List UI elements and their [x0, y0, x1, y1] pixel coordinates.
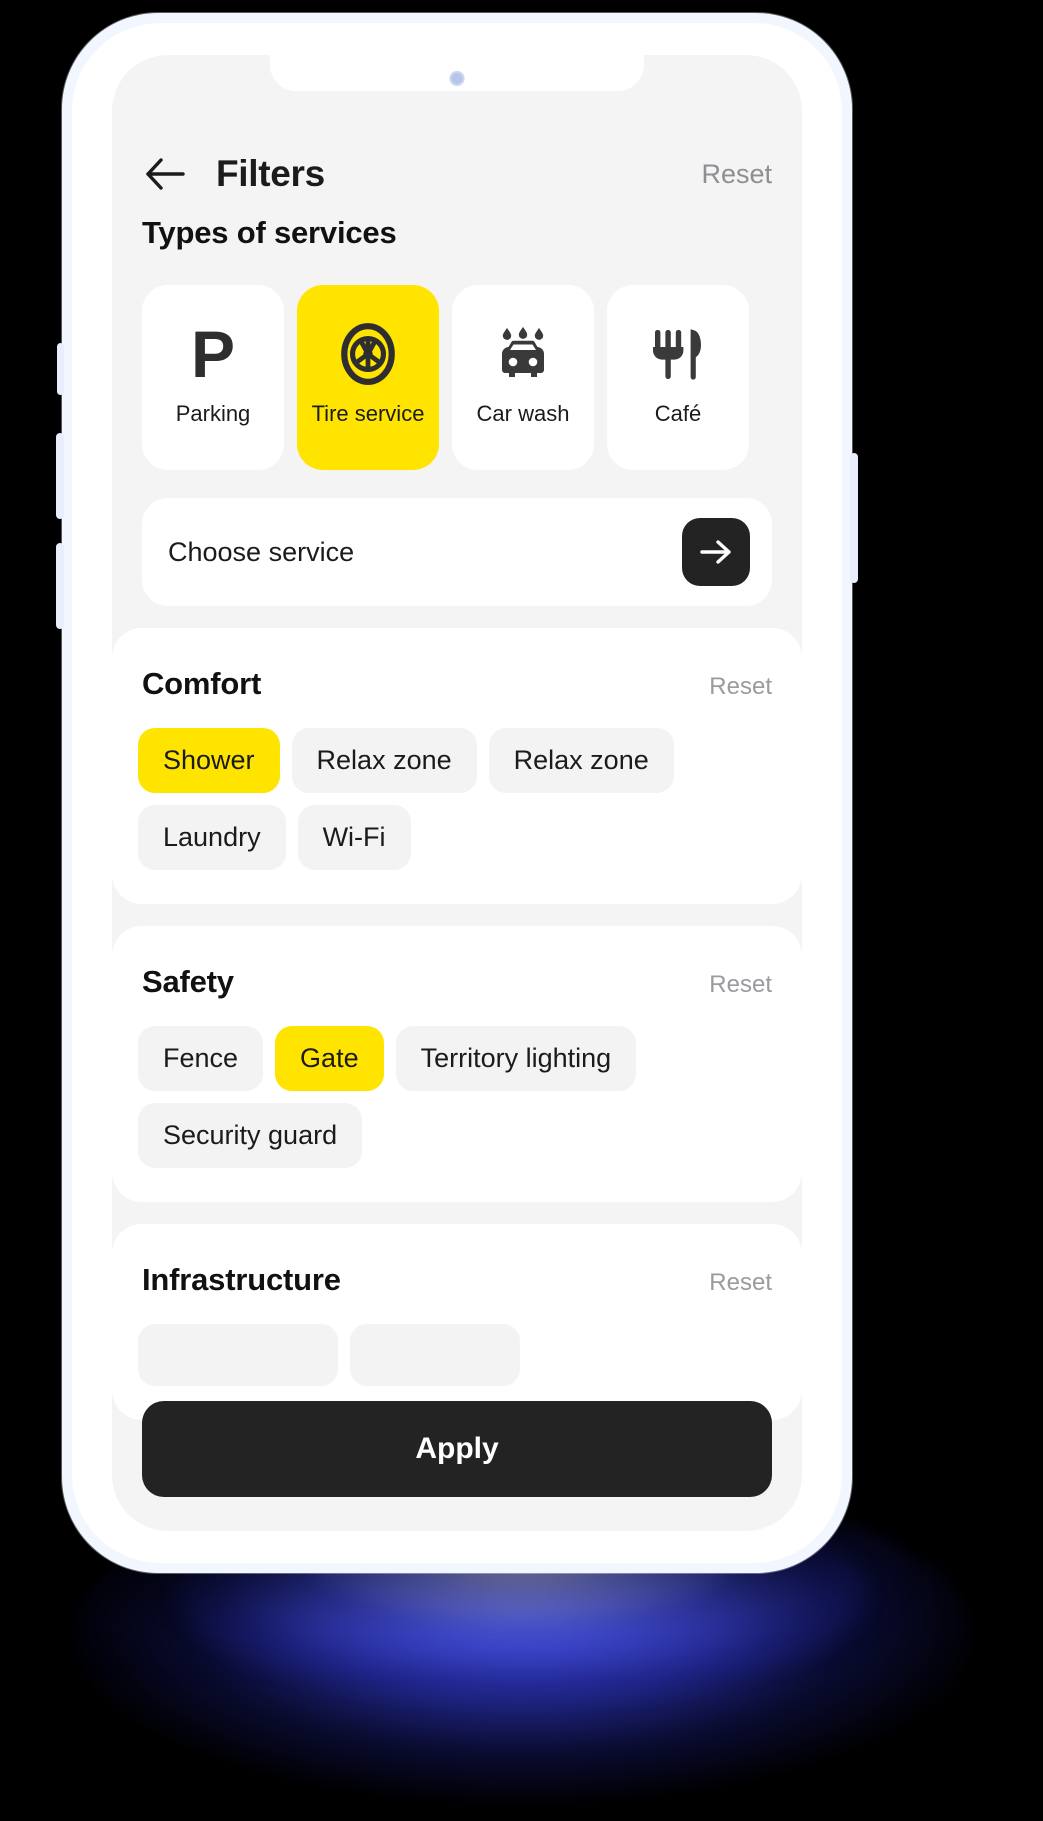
tile-icon-wrap: P	[191, 317, 235, 391]
phone-screen: Filters Reset Types of services P Parkin…	[112, 55, 802, 1531]
services-section-title: Types of services	[142, 215, 397, 250]
tile-icon-wrap	[335, 317, 401, 391]
device-button-volume-down[interactable]	[56, 543, 64, 629]
arrow-left-icon	[146, 158, 185, 190]
service-tile-car-wash[interactable]: Car wash	[452, 285, 594, 470]
arrow-right-icon	[700, 540, 731, 564]
card-header: Infrastructure Reset	[138, 1262, 776, 1298]
car-wash-icon	[502, 327, 544, 377]
chip-fence[interactable]: Fence	[138, 1026, 264, 1091]
apply-button[interactable]: Apply	[142, 1401, 772, 1497]
service-tile-label: Parking	[175, 401, 251, 426]
section-card-comfort: Comfort Reset Shower Relax zone Relax zo…	[112, 628, 802, 904]
section-title-safety: Safety	[142, 964, 234, 999]
section-title-comfort: Comfort	[142, 666, 262, 701]
section-card-safety: Safety Reset Fence Gate Territory lighti…	[112, 926, 802, 1202]
chip-group-comfort: Shower Relax zone Relax zone Laundry Wi-…	[138, 728, 776, 870]
section-reset-safety[interactable]: Reset	[709, 971, 772, 999]
tile-icon-wrap	[647, 317, 709, 391]
card-header: Comfort Reset	[138, 666, 776, 702]
chip-infrastructure-2[interactable]	[350, 1324, 520, 1386]
chip-gate[interactable]: Gate	[275, 1026, 384, 1091]
chip-relax-zone-2[interactable]: Relax zone	[488, 728, 674, 793]
fork-knife-icon	[653, 329, 701, 380]
screenshot-stage: Filters Reset Types of services P Parkin…	[0, 0, 1043, 1821]
page-title: Filters	[216, 153, 325, 194]
back-button[interactable]	[142, 151, 188, 197]
app-content: Filters Reset Types of services P Parkin…	[112, 55, 802, 1531]
chip-infrastructure-1[interactable]	[138, 1324, 338, 1386]
choose-service-go-button[interactable]	[682, 518, 750, 586]
chip-group-infrastructure	[138, 1324, 776, 1386]
chip-laundry[interactable]: Laundry	[138, 805, 286, 870]
chip-wifi[interactable]: Wi-Fi	[297, 805, 411, 870]
service-tiles: P Parking Tire service Car wash Café	[112, 251, 802, 470]
service-tile-label: Car wash	[476, 401, 570, 426]
chip-territory-lighting[interactable]: Territory lighting	[395, 1026, 637, 1091]
card-header: Safety Reset	[138, 964, 776, 1000]
section-reset-infrastructure[interactable]: Reset	[709, 1269, 772, 1297]
chip-shower[interactable]: Shower	[138, 728, 280, 793]
device-button-silent[interactable]	[57, 343, 64, 395]
chip-group-safety: Fence Gate Territory lighting Security g…	[138, 1026, 776, 1168]
section-reset-comfort[interactable]: Reset	[709, 673, 772, 701]
header-reset-button[interactable]: Reset	[701, 159, 772, 190]
device-button-volume-up[interactable]	[56, 433, 64, 519]
tile-icon-wrap	[490, 317, 556, 391]
service-tile-parking[interactable]: P Parking	[142, 285, 284, 470]
service-tile-label: Tire service	[311, 401, 425, 426]
service-tile-cafe[interactable]: Café	[607, 285, 749, 470]
device-button-power[interactable]	[850, 453, 858, 583]
front-camera-icon	[449, 71, 465, 86]
parking-p-icon: P	[190, 316, 236, 391]
choose-service-row[interactable]: Choose service	[142, 498, 772, 606]
chip-relax-zone-1[interactable]: Relax zone	[291, 728, 477, 793]
section-card-infrastructure: Infrastructure Reset	[112, 1224, 802, 1420]
phone-device: Filters Reset Types of services P Parkin…	[56, 13, 858, 1573]
section-title-infrastructure: Infrastructure	[142, 1262, 341, 1297]
tire-wheel-icon	[341, 323, 395, 385]
chip-security-guard[interactable]: Security guard	[138, 1103, 363, 1168]
choose-service-label: Choose service	[168, 536, 355, 567]
apply-bar: Apply	[112, 1401, 802, 1497]
service-tile-label: Café	[654, 401, 702, 426]
service-tile-tire-service[interactable]: Tire service	[297, 285, 439, 470]
